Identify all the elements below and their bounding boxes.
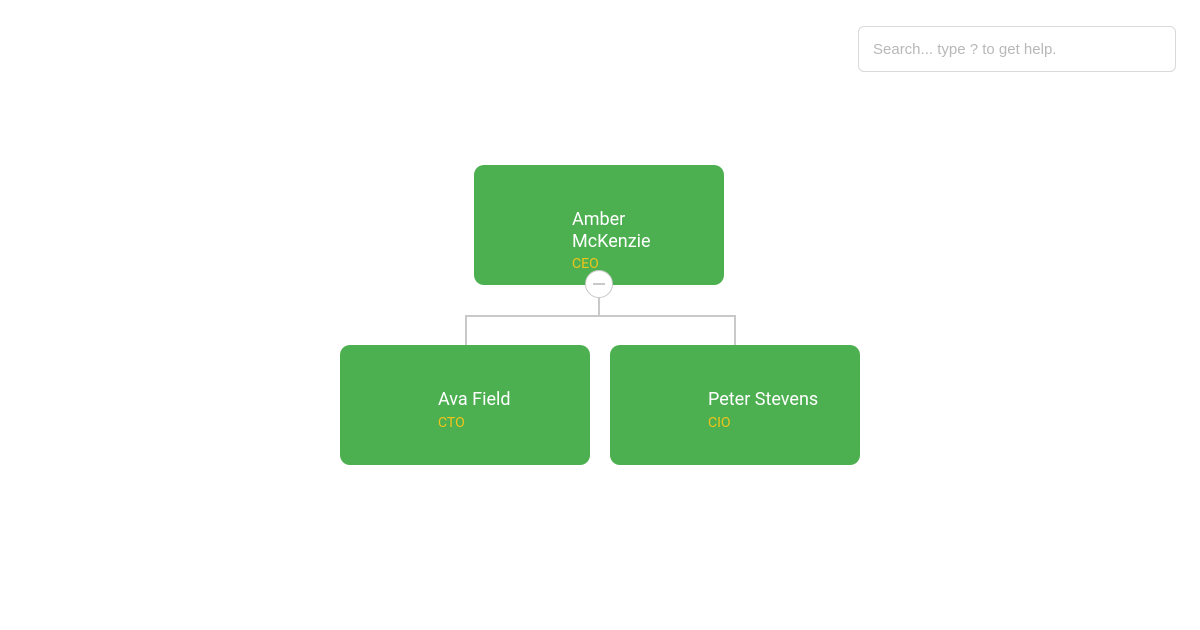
org-node-cio[interactable]: Peter Stevens CIO <box>610 345 860 465</box>
org-node-title: CIO <box>708 415 840 431</box>
connector-line <box>734 315 736 345</box>
org-node-ceo[interactable]: Amber McKenzie CEO <box>474 165 724 285</box>
org-node-name: Amber McKenzie <box>572 209 704 252</box>
org-chart: Amber McKenzie CEO Ava Field CTO Peter S… <box>0 0 1200 630</box>
connector-line <box>465 315 467 345</box>
org-node-cto[interactable]: Ava Field CTO <box>340 345 590 465</box>
org-node-name: Ava Field <box>438 389 570 411</box>
collapse-toggle[interactable] <box>585 270 613 298</box>
org-node-title: CEO <box>572 256 704 272</box>
minus-icon <box>593 283 605 285</box>
org-node-title: CTO <box>438 415 570 431</box>
connector-line <box>465 315 736 317</box>
org-node-name: Peter Stevens <box>708 389 840 411</box>
